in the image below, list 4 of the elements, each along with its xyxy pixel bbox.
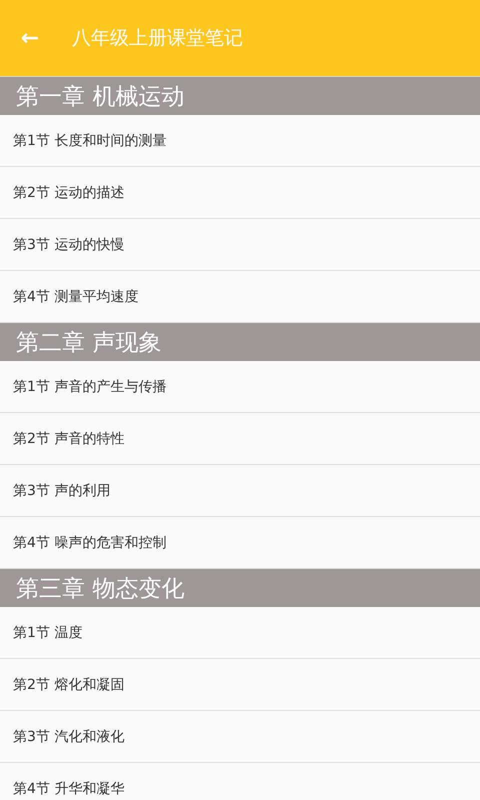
chapter-header: 第二章 声现象 [0,323,480,361]
chapter-header: 第一章 机械运动 [0,77,480,115]
chapter-header: 第三章 物态变化 [0,569,480,607]
app-title: 八年级上册课堂笔记 [72,26,243,51]
